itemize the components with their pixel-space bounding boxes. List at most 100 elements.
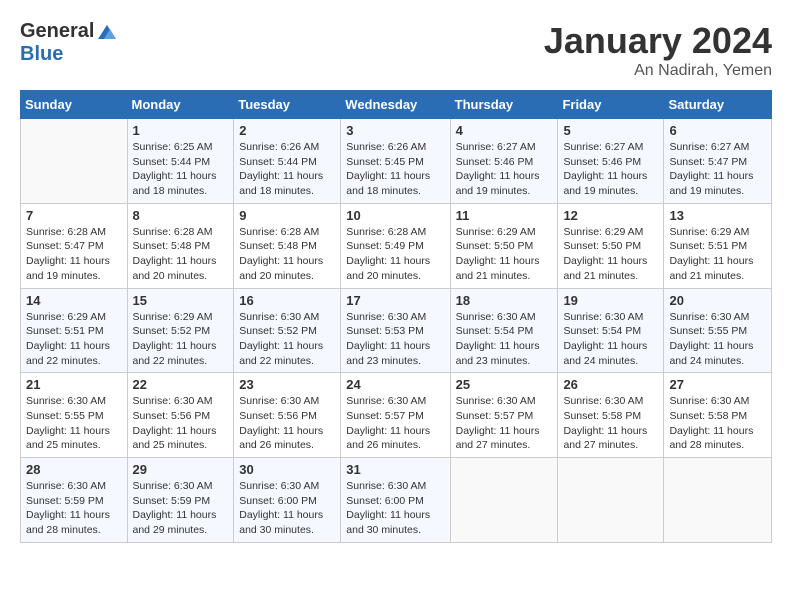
day-detail: Sunrise: 6:30 AMSunset: 5:59 PMDaylight:… [26,479,122,538]
day-detail: Sunrise: 6:29 AMSunset: 5:52 PMDaylight:… [133,310,229,369]
day-detail: Sunrise: 6:26 AMSunset: 5:44 PMDaylight:… [239,140,335,199]
day-number: 4 [456,123,553,138]
calendar-cell: 13 Sunrise: 6:29 AMSunset: 5:51 PMDayligh… [664,203,772,288]
day-number: 8 [133,208,229,223]
day-detail: Sunrise: 6:28 AMSunset: 5:48 PMDaylight:… [133,225,229,284]
weekday-header: Wednesday [341,91,450,119]
calendar-cell: 9 Sunrise: 6:28 AMSunset: 5:48 PMDaylight… [234,203,341,288]
calendar-cell [664,458,772,543]
day-number: 1 [133,123,229,138]
day-detail: Sunrise: 6:27 AMSunset: 5:46 PMDaylight:… [456,140,553,199]
calendar-cell: 20Sunrise: 6:30 AMSunset: 5:55 PMDayligh… [664,288,772,373]
calendar-cell: 5 Sunrise: 6:27 AMSunset: 5:46 PMDaylight… [558,119,664,204]
day-number: 27 [669,377,766,392]
day-number: 22 [133,377,229,392]
day-number: 11 [456,208,553,223]
day-number: 7 [26,208,122,223]
day-number: 12 [563,208,658,223]
calendar-cell: 16 Sunrise: 6:30 AMSunset: 5:52 PMDayligh… [234,288,341,373]
weekday-header: Tuesday [234,91,341,119]
calendar-cell: 22 Sunrise: 6:30 AMSunset: 5:56 PMDayligh… [127,373,234,458]
day-number: 15 [133,293,229,308]
day-number: 16 [239,293,335,308]
calendar-cell: 27 Sunrise: 6:30 AMSunset: 5:58 PMDayligh… [664,373,772,458]
calendar-cell: 14 Sunrise: 6:29 AMSunset: 5:51 PMDayligh… [21,288,128,373]
calendar-cell: 24 Sunrise: 6:30 AMSunset: 5:57 PMDayligh… [341,373,450,458]
day-number: 18 [456,293,553,308]
day-detail: Sunrise: 6:30 AMSunset: 5:55 PMDaylight:… [669,310,766,369]
calendar-cell [450,458,558,543]
day-detail: Sunrise: 6:30 AMSunset: 5:58 PMDaylight:… [669,394,766,453]
day-detail: Sunrise: 6:27 AMSunset: 5:47 PMDaylight:… [669,140,766,199]
day-number: 9 [239,208,335,223]
calendar-week-row: 21 Sunrise: 6:30 AMSunset: 5:55 PMDayligh… [21,373,772,458]
calendar-cell: 19Sunrise: 6:30 AMSunset: 5:54 PMDayligh… [558,288,664,373]
day-detail: Sunrise: 6:28 AMSunset: 5:48 PMDaylight:… [239,225,335,284]
month-title: January 2024 [544,20,772,62]
day-number: 2 [239,123,335,138]
calendar-cell: 23 Sunrise: 6:30 AMSunset: 5:56 PMDayligh… [234,373,341,458]
day-detail: Sunrise: 6:25 AMSunset: 5:44 PMDaylight:… [133,140,229,199]
day-number: 26 [563,377,658,392]
day-number: 28 [26,462,122,477]
weekday-header: Monday [127,91,234,119]
day-number: 3 [346,123,444,138]
day-number: 5 [563,123,658,138]
logo-icon [96,21,118,43]
day-detail: Sunrise: 6:30 AMSunset: 5:59 PMDaylight:… [133,479,229,538]
calendar-cell: 8 Sunrise: 6:28 AMSunset: 5:48 PMDaylight… [127,203,234,288]
calendar-cell: 11Sunrise: 6:29 AMSunset: 5:50 PMDayligh… [450,203,558,288]
calendar-cell: 4 Sunrise: 6:27 AMSunset: 5:46 PMDaylight… [450,119,558,204]
day-detail: Sunrise: 6:30 AMSunset: 5:57 PMDaylight:… [346,394,444,453]
day-number: 14 [26,293,122,308]
calendar-cell: 31Sunrise: 6:30 AMSunset: 6:00 PMDayligh… [341,458,450,543]
day-detail: Sunrise: 6:30 AMSunset: 5:52 PMDaylight:… [239,310,335,369]
day-number: 13 [669,208,766,223]
calendar-cell: 28 Sunrise: 6:30 AMSunset: 5:59 PMDayligh… [21,458,128,543]
page-header: General Blue January 2024 An Nadirah, Ye… [20,20,772,80]
day-number: 30 [239,462,335,477]
day-detail: Sunrise: 6:30 AMSunset: 5:54 PMDaylight:… [563,310,658,369]
day-detail: Sunrise: 6:30 AMSunset: 5:56 PMDaylight:… [133,394,229,453]
day-number: 6 [669,123,766,138]
day-detail: Sunrise: 6:28 AMSunset: 5:49 PMDaylight:… [346,225,444,284]
day-detail: Sunrise: 6:26 AMSunset: 5:45 PMDaylight:… [346,140,444,199]
weekday-header: Friday [558,91,664,119]
day-detail: Sunrise: 6:29 AMSunset: 5:50 PMDaylight:… [563,225,658,284]
day-number: 23 [239,377,335,392]
day-detail: Sunrise: 6:29 AMSunset: 5:51 PMDaylight:… [669,225,766,284]
calendar-cell: 15 Sunrise: 6:29 AMSunset: 5:52 PMDayligh… [127,288,234,373]
day-detail: Sunrise: 6:30 AMSunset: 5:55 PMDaylight:… [26,394,122,453]
calendar-week-row: 28 Sunrise: 6:30 AMSunset: 5:59 PMDayligh… [21,458,772,543]
day-detail: Sunrise: 6:27 AMSunset: 5:46 PMDaylight:… [563,140,658,199]
day-detail: Sunrise: 6:30 AMSunset: 5:58 PMDaylight:… [563,394,658,453]
calendar-cell: 10 Sunrise: 6:28 AMSunset: 5:49 PMDayligh… [341,203,450,288]
day-detail: Sunrise: 6:30 AMSunset: 5:56 PMDaylight:… [239,394,335,453]
calendar-cell [558,458,664,543]
day-detail: Sunrise: 6:30 AMSunset: 5:54 PMDaylight:… [456,310,553,369]
calendar-cell: 26 Sunrise: 6:30 AMSunset: 5:58 PMDayligh… [558,373,664,458]
calendar-cell: 6 Sunrise: 6:27 AMSunset: 5:47 PMDaylight… [664,119,772,204]
logo: General Blue [20,20,118,66]
calendar-week-row: 14 Sunrise: 6:29 AMSunset: 5:51 PMDayligh… [21,288,772,373]
weekday-header: Thursday [450,91,558,119]
calendar-cell: 17 Sunrise: 6:30 AMSunset: 5:53 PMDayligh… [341,288,450,373]
calendar-cell [21,119,128,204]
day-detail: Sunrise: 6:29 AMSunset: 5:51 PMDaylight:… [26,310,122,369]
day-number: 21 [26,377,122,392]
day-number: 29 [133,462,229,477]
day-number: 10 [346,208,444,223]
calendar-week-row: 7Sunrise: 6:28 AMSunset: 5:47 PMDaylight… [21,203,772,288]
calendar-header-row: SundayMondayTuesdayWednesdayThursdayFrid… [21,91,772,119]
calendar-cell: 29 Sunrise: 6:30 AMSunset: 5:59 PMDayligh… [127,458,234,543]
day-detail: Sunrise: 6:30 AMSunset: 5:57 PMDaylight:… [456,394,553,453]
day-number: 17 [346,293,444,308]
location-subtitle: An Nadirah, Yemen [544,62,772,80]
day-number: 24 [346,377,444,392]
logo-general-text: General [20,20,94,43]
day-number: 25 [456,377,553,392]
calendar-cell: 21 Sunrise: 6:30 AMSunset: 5:55 PMDayligh… [21,373,128,458]
calendar-cell: 2 Sunrise: 6:26 AMSunset: 5:44 PMDaylight… [234,119,341,204]
day-detail: Sunrise: 6:30 AMSunset: 5:53 PMDaylight:… [346,310,444,369]
day-detail: Sunrise: 6:30 AMSunset: 6:00 PMDaylight:… [346,479,444,538]
